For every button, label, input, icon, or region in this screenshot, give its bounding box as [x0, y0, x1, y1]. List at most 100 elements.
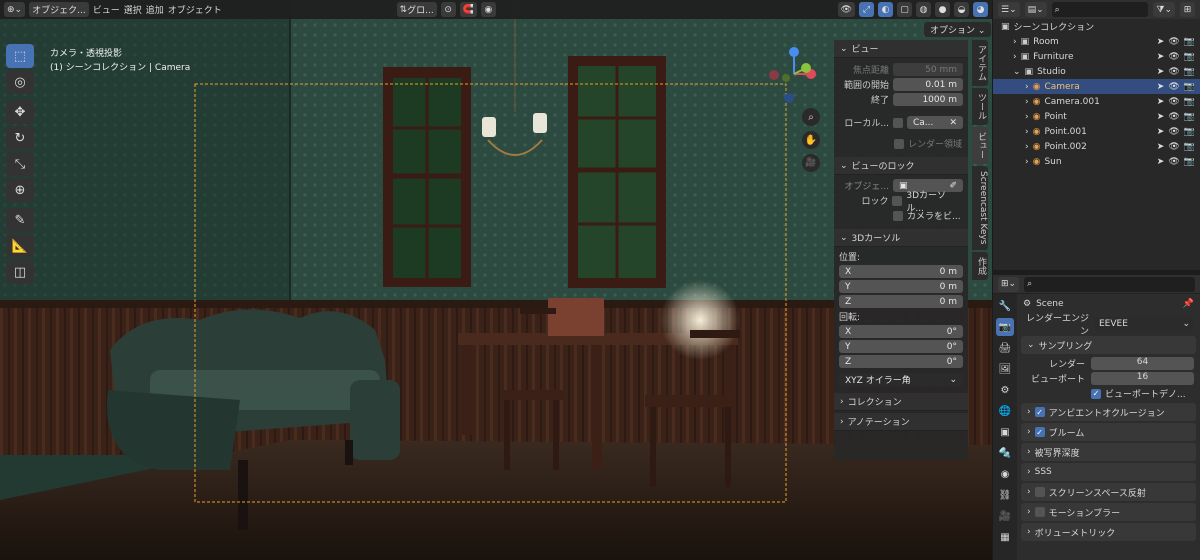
texture-tab-icon[interactable]: ▦ — [996, 528, 1014, 546]
selectable-icon[interactable]: ➤ — [1157, 52, 1165, 62]
cursor-loc-x[interactable]: X 0 m — [839, 265, 963, 278]
pan-hand-icon[interactable]: ✋ — [802, 131, 820, 149]
sampling-section[interactable]: ⌄ サンプリング — [1021, 336, 1196, 354]
view-layer-tab-icon[interactable]: 🖼 — [996, 360, 1014, 378]
visibility-eye-icon[interactable]: 👁 — [1168, 82, 1179, 92]
rotate-tool-icon[interactable]: ↻ — [6, 126, 34, 150]
new-collection-icon[interactable]: ⊞ — [1180, 2, 1195, 17]
camera-view-icon[interactable]: 🎥 — [802, 154, 820, 172]
render-tab-icon[interactable]: 📷 — [996, 318, 1014, 336]
chevron-right-icon[interactable]: › — [1025, 157, 1029, 167]
render-camera-icon[interactable]: 📷 — [1184, 37, 1195, 47]
visibility-eye-icon[interactable]: 👁 — [1168, 67, 1179, 77]
zoom-icon[interactable]: ⌕ — [802, 108, 820, 126]
chevron-right-icon[interactable]: › — [1025, 142, 1029, 152]
selectable-icon[interactable]: ➤ — [1157, 157, 1165, 167]
cursor-rot-z[interactable]: Z 0° — [839, 355, 963, 368]
render-camera-icon[interactable]: 📷 — [1184, 82, 1195, 92]
chevron-right-icon[interactable]: › — [1013, 37, 1017, 47]
collection-header[interactable]: › コレクション — [834, 393, 968, 411]
visibility-eye-icon[interactable]: 👁 — [1168, 142, 1179, 152]
outliner-item[interactable]: › ▣ Room ➤ 👁 📷 — [993, 34, 1200, 49]
navigation-gizmo[interactable] — [764, 44, 824, 104]
tab-view[interactable]: ビュー — [972, 127, 988, 164]
transform-tool-icon[interactable]: ⊕ — [6, 178, 34, 202]
render-section[interactable]: › ✓ ブルーム — [1021, 423, 1196, 441]
menu-add[interactable]: 追加 — [146, 3, 164, 16]
annotation-header[interactable]: › アノテーション — [834, 413, 968, 431]
tab-item[interactable]: アイテム — [972, 40, 988, 86]
proportional-edit-icon[interactable]: ◉ — [480, 2, 496, 17]
selectable-icon[interactable]: ➤ — [1157, 67, 1165, 77]
view-lock-header[interactable]: ⌄ ビューのロック — [834, 157, 968, 175]
view-panel-header[interactable]: ⌄ ビュー — [834, 40, 968, 58]
rendered-shading-icon[interactable]: ◕ — [973, 2, 988, 17]
section-checkbox[interactable] — [1034, 507, 1045, 517]
selectable-icon[interactable]: ➤ — [1157, 37, 1165, 47]
options-dropdown[interactable]: オプション ⌄ — [924, 22, 992, 37]
outliner-item[interactable]: › ◉ Point ➤ 👁 📷 — [993, 109, 1200, 124]
render-section[interactable]: › ✓ アンビエントオクルージョン — [1021, 403, 1196, 421]
render-engine-dropdown[interactable]: EEVEE ⌄ — [1095, 317, 1194, 331]
cursor-loc-z[interactable]: Z 0 m — [839, 295, 963, 308]
outliner-search-input[interactable]: ⌕ — [1051, 2, 1149, 17]
cursor-rot-y[interactable]: Y 0° — [839, 340, 963, 353]
chevron-down-icon[interactable]: ⌄ — [1013, 67, 1021, 77]
physics-tab-icon[interactable]: ◉ — [996, 465, 1014, 483]
chevron-right-icon[interactable]: › — [1025, 112, 1029, 122]
render-section[interactable]: › ボリューメトリック — [1021, 523, 1196, 541]
visibility-icon[interactable]: 👁 — [837, 2, 855, 17]
properties-editor-icon[interactable]: ⊞⌄ — [998, 276, 1020, 292]
chevron-right-icon[interactable]: › — [1025, 97, 1029, 107]
selectable-icon[interactable]: ➤ — [1157, 112, 1165, 122]
menu-object[interactable]: オブジェクト — [168, 3, 222, 16]
menu-select[interactable]: 選択 — [124, 3, 142, 16]
render-section[interactable]: › モーションブラー — [1021, 503, 1196, 521]
section-checkbox[interactable]: ✓ — [1034, 427, 1045, 437]
chevron-right-icon[interactable]: › — [1025, 127, 1029, 137]
visibility-eye-icon[interactable]: 👁 — [1168, 37, 1179, 47]
outliner-editor-icon[interactable]: ☰⌄ — [998, 2, 1020, 17]
gizmo-icon[interactable]: ⤢ — [859, 2, 874, 17]
snap-icon[interactable]: 🧲 — [459, 2, 477, 17]
render-samples-field[interactable]: 64 — [1091, 357, 1194, 370]
data-tab-icon[interactable]: 🎥 — [996, 507, 1014, 525]
annotate-tool-icon[interactable]: ✎ — [6, 208, 34, 232]
section-checkbox[interactable]: ✓ — [1034, 407, 1045, 417]
selectable-icon[interactable]: ➤ — [1157, 82, 1165, 92]
render-camera-icon[interactable]: 📷 — [1184, 157, 1195, 167]
rotation-mode-dropdown[interactable]: XYZ オイラー角 ⌄ — [839, 373, 963, 386]
wireframe-shading-icon[interactable]: ◍ — [916, 2, 931, 17]
render-camera-icon[interactable]: 📷 — [1184, 112, 1195, 122]
tab-create[interactable]: 作成 — [972, 251, 988, 280]
pivot-icon[interactable]: ⊙ — [440, 2, 456, 17]
object-mode-dropdown[interactable]: オブジェク... — [29, 2, 89, 17]
cursor-rot-x[interactable]: X 0° — [839, 325, 963, 338]
render-camera-icon[interactable]: 📷 — [1184, 142, 1195, 152]
pin-icon[interactable]: 📌 — [1183, 299, 1194, 309]
render-region-checkbox[interactable] — [894, 138, 904, 149]
xray-icon[interactable]: ▢ — [897, 2, 912, 17]
render-camera-icon[interactable]: 📷 — [1184, 127, 1195, 137]
clip-start-field[interactable]: 0.01 m — [893, 78, 963, 91]
render-camera-icon[interactable]: 📷 — [1184, 97, 1195, 107]
viewport-samples-field[interactable]: 16 — [1091, 372, 1194, 385]
scale-tool-icon[interactable]: ⤡ — [6, 152, 34, 176]
render-camera-icon[interactable]: 📷 — [1184, 52, 1195, 62]
editor-type-icon[interactable]: ⊕⌄ — [4, 2, 26, 17]
visibility-eye-icon[interactable]: 👁 — [1168, 52, 1179, 62]
section-checkbox[interactable] — [1034, 487, 1045, 497]
visibility-eye-icon[interactable]: 👁 — [1168, 127, 1179, 137]
modifier-tab-icon[interactable]: 🔩 — [996, 444, 1014, 462]
tool-tab-icon[interactable]: 🔧 — [996, 297, 1014, 315]
outliner-item[interactable]: › ◉ Camera ➤ 👁 📷 — [993, 79, 1200, 94]
add-cube-tool-icon[interactable]: ◫ — [6, 260, 34, 284]
solid-shading-icon[interactable]: ● — [935, 2, 950, 17]
outliner-item[interactable]: › ◉ Point.002 ➤ 👁 📷 — [993, 139, 1200, 154]
visibility-eye-icon[interactable]: 👁 — [1168, 112, 1179, 122]
clip-end-field[interactable]: 1000 m — [893, 93, 963, 106]
properties-search-input[interactable]: ⌕ — [1024, 276, 1195, 292]
close-icon[interactable]: ✕ — [949, 118, 957, 128]
move-tool-icon[interactable]: ✥ — [6, 100, 34, 124]
3d-cursor-header[interactable]: ⌄ 3Dカーソル — [834, 229, 968, 247]
